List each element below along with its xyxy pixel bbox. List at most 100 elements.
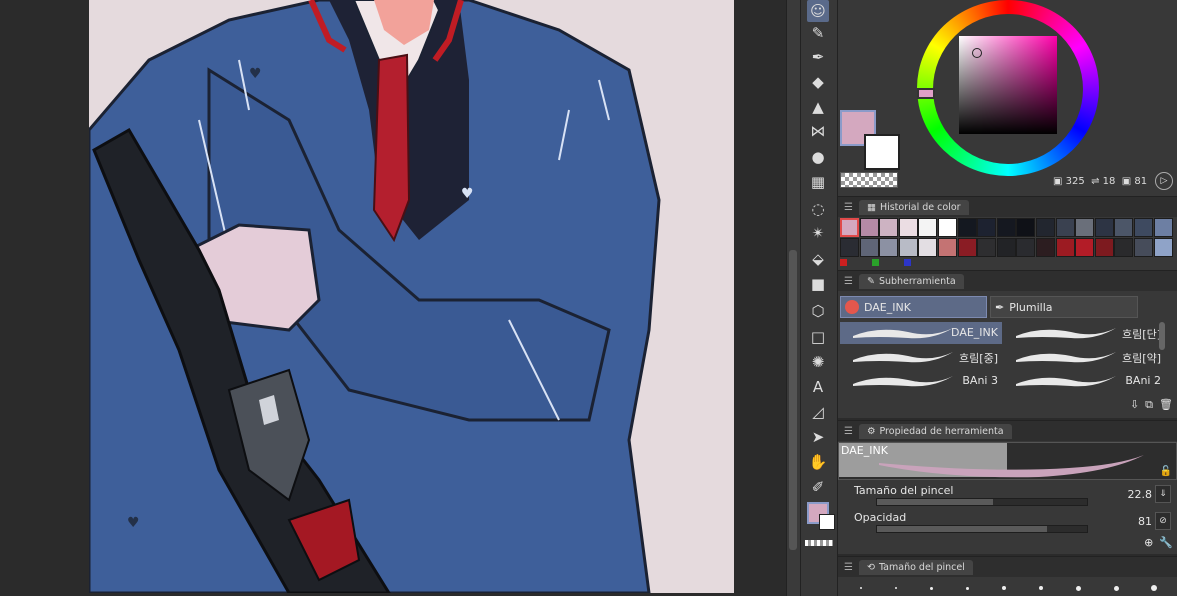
- tab-subtool[interactable]: ✎ Subherramienta: [858, 273, 964, 289]
- water-drop-icon[interactable]: ●: [807, 146, 829, 168]
- color-history-swatch[interactable]: [938, 218, 957, 237]
- eyedropper-icon[interactable]: ✐: [807, 476, 829, 498]
- color-history-swatch[interactable]: [1036, 238, 1055, 257]
- color-history-swatch[interactable]: [1153, 218, 1173, 237]
- brush-item[interactable]: DAE_INK: [840, 322, 1002, 344]
- brush-size-slider[interactable]: [876, 498, 1088, 506]
- color-history-swatch[interactable]: [996, 238, 1016, 257]
- fill-stamp-icon[interactable]: ▲: [807, 96, 829, 118]
- color-history-swatch[interactable]: [1114, 238, 1134, 257]
- bucket-icon[interactable]: ⬙: [807, 248, 829, 270]
- color-history-swatch[interactable]: [1134, 238, 1153, 257]
- brush-size-value[interactable]: 22.8: [1128, 488, 1153, 501]
- pressure-icon[interactable]: ⇓: [1155, 485, 1171, 503]
- download-icon[interactable]: ⇩: [1130, 398, 1139, 412]
- canvas-area[interactable]: ♥ ♥ ♥: [0, 0, 786, 596]
- brush-item[interactable]: 흐림[약]: [1003, 346, 1165, 368]
- sub-color-mini[interactable]: [819, 514, 835, 530]
- color-history-swatch[interactable]: [1075, 218, 1095, 237]
- transparent-color-swatch[interactable]: [840, 172, 898, 188]
- brush-favorites-icon[interactable]: ✎: [807, 22, 829, 44]
- color-history-swatch[interactable]: [898, 238, 918, 257]
- hand-icon[interactable]: ✋: [807, 451, 829, 473]
- magic-wand-icon[interactable]: ✴: [807, 222, 829, 244]
- size-preset-dot[interactable]: [930, 586, 934, 590]
- color-history-swatch[interactable]: [898, 218, 918, 237]
- color-history-swatch[interactable]: [996, 218, 1016, 237]
- size-preset-dot[interactable]: [860, 587, 863, 589]
- play-icon[interactable]: ▷: [1155, 172, 1173, 190]
- brush-item[interactable]: 흐림[단]: [1003, 322, 1165, 344]
- color-history-swatch[interactable]: [1134, 218, 1153, 237]
- brush-size-row[interactable]: Tamaño del pincel 22.8 ⇓: [838, 482, 1177, 508]
- menu-icon[interactable]: ☰: [844, 276, 853, 287]
- eraser-icon[interactable]: ◆: [807, 71, 829, 93]
- wrench-icon[interactable]: 🔧: [1159, 536, 1173, 549]
- size-preset-dot[interactable]: [1075, 585, 1081, 591]
- tab-tool-property[interactable]: ⚙ Propiedad de herramienta: [858, 423, 1012, 439]
- sub-color-swatch[interactable]: [864, 134, 900, 170]
- color-history-swatch[interactable]: [1075, 238, 1095, 257]
- opacity-dynamics-icon[interactable]: ⊘: [1155, 512, 1171, 530]
- color-history-swatch[interactable]: [1016, 238, 1036, 257]
- color-history-swatch[interactable]: [1055, 238, 1075, 257]
- brush-list-scrollbar[interactable]: [1159, 322, 1165, 350]
- size-preset-dot[interactable]: [895, 587, 898, 589]
- cube-icon[interactable]: ⬡: [807, 300, 829, 322]
- color-history-swatch[interactable]: [1094, 218, 1114, 237]
- subtool-group-tab[interactable]: DAE_INK: [840, 296, 987, 318]
- color-history-swatch[interactable]: [1016, 218, 1036, 237]
- color-history-swatch[interactable]: [1153, 238, 1173, 257]
- color-history-swatch[interactable]: [859, 218, 879, 237]
- color-history-swatch[interactable]: [840, 218, 859, 237]
- opacity-row[interactable]: Opacidad 81 ⊘: [838, 509, 1177, 535]
- select-arrow-icon[interactable]: ➤: [807, 426, 829, 448]
- subtool-pen-tab[interactable]: ✒ Plumilla: [990, 296, 1138, 318]
- rectangle-icon[interactable]: □: [807, 326, 829, 348]
- color-history-swatch[interactable]: [977, 238, 997, 257]
- sv-cursor[interactable]: [972, 48, 982, 58]
- size-preset-dot[interactable]: [1038, 586, 1043, 590]
- burst-icon[interactable]: ✺: [807, 351, 829, 373]
- hue-cursor[interactable]: [917, 88, 935, 99]
- color-history-swatch[interactable]: [918, 218, 938, 237]
- color-history-swatch[interactable]: [879, 238, 899, 257]
- size-preset-dot[interactable]: [1113, 585, 1119, 591]
- color-history-swatch[interactable]: [1036, 218, 1055, 237]
- size-preset-dot[interactable]: [1151, 585, 1158, 591]
- size-preset-dot[interactable]: [1001, 586, 1006, 590]
- artboard[interactable]: ♥ ♥ ♥: [89, 0, 734, 593]
- lasso-icon[interactable]: ◌: [807, 198, 829, 220]
- pen-icon[interactable]: ✒: [807, 46, 829, 68]
- tab-color-history[interactable]: ▦ Historial de color: [858, 199, 969, 215]
- brush-item[interactable]: 흐림[중]: [840, 346, 1002, 368]
- opacity-value[interactable]: 81: [1138, 515, 1152, 528]
- color-history-swatch[interactable]: [1094, 238, 1114, 257]
- color-history-swatch[interactable]: [1114, 218, 1134, 237]
- menu-icon[interactable]: ☰: [844, 562, 853, 573]
- brush-item[interactable]: BAni 2: [1003, 370, 1165, 392]
- color-history-swatch[interactable]: [938, 238, 957, 257]
- duplicate-icon[interactable]: ⧉: [1145, 398, 1153, 412]
- menu-icon[interactable]: ☰: [844, 426, 853, 437]
- size-preset-dot[interactable]: [966, 586, 970, 590]
- color-history-swatch[interactable]: [1055, 218, 1075, 237]
- ruler-icon[interactable]: ◿: [807, 401, 829, 423]
- palette-mini-dot[interactable]: [904, 259, 911, 266]
- color-history-swatch[interactable]: [859, 238, 879, 257]
- gradient-icon[interactable]: ■: [807, 273, 829, 295]
- color-history-swatch[interactable]: [840, 238, 859, 257]
- reset-icon[interactable]: ⊕: [1144, 536, 1153, 549]
- menu-icon[interactable]: ☰: [844, 202, 853, 213]
- color-history-swatch[interactable]: [918, 238, 938, 257]
- avatar-icon[interactable]: ☺: [807, 0, 829, 22]
- color-history-swatch[interactable]: [977, 218, 997, 237]
- tab-brush-size[interactable]: ⟲ Tamaño del pincel: [858, 559, 973, 575]
- brush-item[interactable]: BAni 3: [840, 370, 1002, 392]
- transparent-color-mini[interactable]: [805, 540, 833, 546]
- palette-mini-dot[interactable]: [840, 259, 847, 266]
- color-history-swatch[interactable]: [879, 218, 899, 237]
- grid-icon[interactable]: ▦: [807, 171, 829, 193]
- color-history-swatch[interactable]: [957, 238, 977, 257]
- lock-icon[interactable]: 🔓: [1160, 466, 1172, 477]
